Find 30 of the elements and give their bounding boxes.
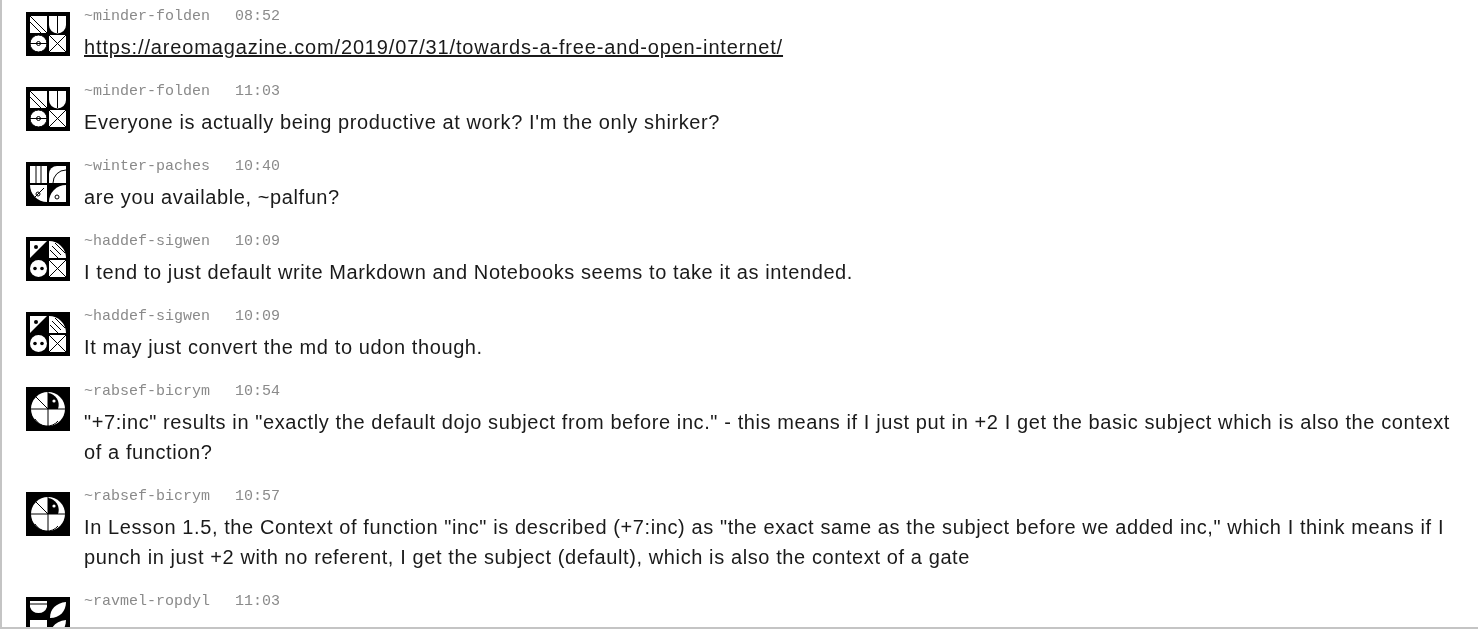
author-name: ~minder-folden [84, 9, 211, 24]
message-time: 10:09 [235, 234, 281, 249]
message-text: I tend to just default write Markdown and Notebooks seems to take it as intended. [84, 260, 854, 285]
message-link[interactable]: https://areomagazine.com/2019/07/31/towards-a-free-and-open-internet/ [84, 36, 784, 58]
sigil-avatar-icon [26, 12, 70, 56]
author-name: ~haddef-sigwen [84, 309, 211, 324]
author-name: ~haddef-sigwen [84, 234, 211, 249]
sigil-avatar-icon [26, 87, 70, 131]
message-text: In Lesson 1.5, the Context of function "inc" is described (+7:inc) as "the exact same as the subject before we added inc," which I think means if I punch in just +2 with no referent, I get the subject (default), which is also the context of a gate [84, 515, 1446, 570]
author-name: ~rabsef-bicrym [84, 384, 211, 399]
author-name: ~winter-paches [84, 159, 211, 174]
message-time: 10:40 [235, 159, 281, 174]
message-text: are you available, ~palfun? [84, 185, 341, 210]
message-text: "+7:inc" results in "exactly the default dojo subject from before inc." - this means if I just put in +2 I get the basic subject which is also the context of a function? [84, 410, 1451, 465]
message-time: 10:57 [235, 489, 281, 504]
message-time: 08:52 [235, 9, 281, 24]
sigil-avatar-icon [26, 237, 70, 281]
sigil-avatar-icon [26, 162, 70, 206]
sigil-avatar-icon [26, 387, 70, 431]
sigil-avatar-icon [26, 492, 70, 536]
message-text: Everyone is actually being productive at work? I'm the only shirker? [84, 110, 721, 135]
message-text: It may just convert the md to udon though. [84, 335, 484, 360]
author-name: ~rabsef-bicrym [84, 489, 211, 504]
message-time: 11:03 [235, 84, 281, 99]
message-time: 10:09 [235, 309, 281, 324]
author-name: ~minder-folden [84, 84, 211, 99]
message-time: 10:54 [235, 384, 281, 399]
sigil-avatar-icon [26, 312, 70, 356]
author-name: ~ravmel-ropdyl [84, 594, 211, 609]
message-time: 11:03 [235, 594, 281, 609]
